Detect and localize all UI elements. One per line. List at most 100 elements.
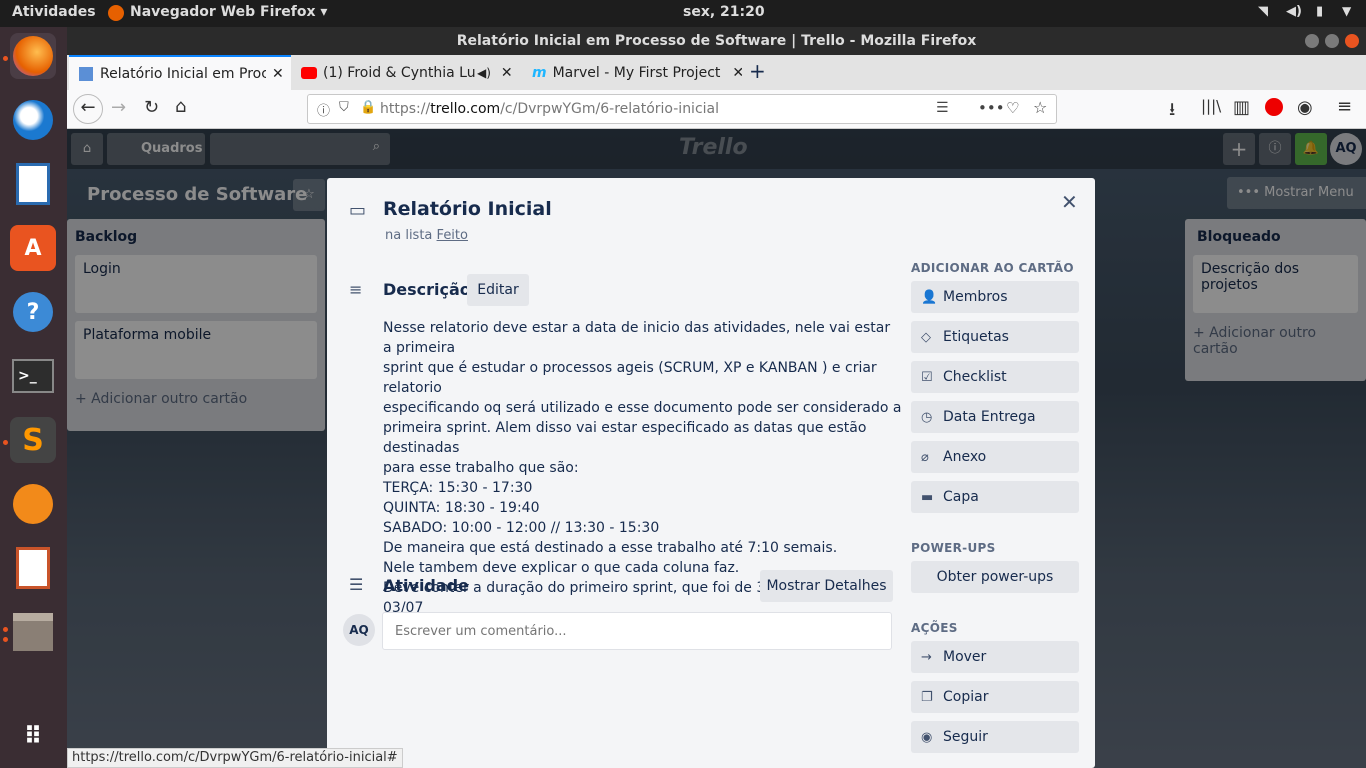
description-icon: ≡ bbox=[349, 280, 363, 299]
system-menu-icon[interactable]: ▼ bbox=[1342, 4, 1351, 18]
youtube-favicon-icon bbox=[301, 66, 317, 79]
tracking-shield-icon[interactable]: ⛉ bbox=[339, 100, 349, 115]
maximize-icon[interactable] bbox=[1325, 34, 1339, 48]
sidebar-icon[interactable]: ▥ bbox=[1233, 97, 1250, 118]
app-menu[interactable]: Navegador Web Firefox ▾ bbox=[130, 4, 327, 20]
url-bar[interactable]: ⓘ ⛉ 🔒 https://trello.com/c/DvrpwYGm/6-re… bbox=[307, 94, 1057, 124]
list-link[interactable]: Feito bbox=[437, 228, 468, 243]
add-to-card-heading: ADICIONAR AO CARTÃO bbox=[911, 261, 1074, 275]
firefox-small-icon bbox=[108, 5, 124, 21]
clock[interactable]: sex, 21:20 bbox=[683, 4, 765, 20]
software-center-icon[interactable]: A bbox=[10, 225, 56, 271]
library-icon[interactable]: |||\ bbox=[1201, 97, 1221, 115]
files-icon[interactable] bbox=[10, 609, 56, 655]
help-icon[interactable]: ? bbox=[10, 289, 56, 335]
downloads-icon[interactable]: ⭳ bbox=[1169, 97, 1175, 127]
button-label: Checklist bbox=[943, 369, 1007, 385]
powerups-heading: POWER-UPS bbox=[911, 541, 996, 555]
thunderbird-icon[interactable] bbox=[10, 97, 56, 143]
back-icon[interactable]: ← bbox=[73, 94, 103, 124]
battery-icon[interactable]: ▮ bbox=[1316, 4, 1323, 19]
dock: A ? >_ S ⠿ bbox=[0, 27, 67, 768]
checklist-icon: ☑ bbox=[921, 369, 933, 385]
tab-trello[interactable]: Relatório Inicial em Proc ✕ bbox=[69, 55, 291, 90]
list-reference: na lista Feito bbox=[385, 228, 468, 243]
tab-label: (1) Froid & Cynthia Luz bbox=[323, 64, 475, 81]
members-button[interactable]: 👤 Membros bbox=[911, 281, 1079, 313]
activity-heading: Atividade bbox=[383, 576, 469, 595]
button-label: Capa bbox=[943, 489, 979, 505]
paperclip-icon: ⌀ bbox=[921, 449, 929, 465]
lock-icon[interactable]: 🔒 bbox=[360, 100, 376, 115]
description-line: TERÇA: 15:30 - 17:30 bbox=[383, 480, 533, 496]
card-title[interactable]: Relatório Inicial bbox=[383, 198, 552, 220]
description-line: De maneira que está destinado a esse tra… bbox=[383, 540, 838, 556]
libreoffice-writer-icon[interactable] bbox=[10, 161, 56, 207]
clock-icon: ◷ bbox=[921, 409, 933, 425]
running-indicator bbox=[3, 56, 8, 61]
comment-input[interactable] bbox=[382, 612, 892, 650]
reader-view-icon[interactable]: ☰ bbox=[936, 100, 949, 116]
tab-bar: Relatório Inicial em Proc ✕ (1) Froid & … bbox=[67, 55, 1366, 90]
close-tab-icon[interactable]: ✕ bbox=[272, 66, 284, 82]
close-icon[interactable]: ✕ bbox=[1061, 190, 1078, 214]
tab-label: Relatório Inicial em Proc bbox=[100, 65, 266, 82]
link-status-bar: https://trello.com/c/DvrpwYGm/6-relatóri… bbox=[67, 748, 403, 768]
window-title: Relatório Inicial em Processo de Softwar… bbox=[456, 33, 977, 49]
page-actions-icon[interactable]: ••• bbox=[978, 99, 1005, 117]
close-tab-icon[interactable]: ✕ bbox=[732, 65, 742, 81]
in-list-prefix: na lista bbox=[385, 228, 433, 243]
description-line: para esse trabalho que são: bbox=[383, 460, 579, 476]
window-titlebar: Relatório Inicial em Processo de Softwar… bbox=[67, 27, 1366, 55]
checklist-button[interactable]: ☑ Checklist bbox=[911, 361, 1079, 393]
show-details-button[interactable]: Mostrar Detalhes bbox=[760, 570, 893, 602]
button-label: Data Entrega bbox=[943, 409, 1036, 425]
close-tab-icon[interactable]: ✕ bbox=[501, 65, 513, 81]
navigation-toolbar: ← → ↻ ⌂ ⓘ ⛉ 🔒 https://trello.com/c/Dvrpw… bbox=[67, 90, 1366, 129]
volume-icon[interactable]: ◀) bbox=[1286, 4, 1302, 19]
reload-icon[interactable]: ↻ bbox=[144, 97, 159, 118]
terminal-icon[interactable]: >_ bbox=[10, 353, 56, 399]
libreoffice-impress-icon[interactable] bbox=[10, 545, 56, 591]
pocket-icon[interactable]: ♡ bbox=[1006, 99, 1019, 117]
follow-button[interactable]: ◉ Seguir bbox=[911, 721, 1079, 753]
activity-icon: ☰ bbox=[349, 575, 364, 594]
due-date-button[interactable]: ◷ Data Entrega bbox=[911, 401, 1079, 433]
running-indicator bbox=[3, 637, 8, 642]
firefox-icon[interactable] bbox=[10, 33, 56, 79]
extension-icon[interactable] bbox=[1265, 98, 1283, 116]
screenshot-icon[interactable] bbox=[10, 481, 56, 527]
tab-youtube[interactable]: (1) Froid & Cynthia Luz ◀) ✕ bbox=[293, 55, 518, 90]
sublime-text-icon[interactable]: S bbox=[10, 417, 56, 463]
edit-description-button[interactable]: Editar bbox=[467, 274, 529, 306]
hamburger-menu-icon[interactable]: ≡ bbox=[1337, 96, 1352, 117]
labels-button[interactable]: ◇ Etiquetas bbox=[911, 321, 1079, 353]
minimize-icon[interactable] bbox=[1305, 34, 1319, 48]
bookmark-star-icon[interactable]: ☆ bbox=[1033, 98, 1047, 117]
account-icon[interactable]: ◉ bbox=[1297, 97, 1313, 118]
copy-button[interactable]: ❐ Copiar bbox=[911, 681, 1079, 713]
comment-avatar[interactable]: AQ bbox=[343, 614, 375, 646]
activities-button[interactable]: Atividades bbox=[12, 4, 96, 20]
attachment-button[interactable]: ⌀ Anexo bbox=[911, 441, 1079, 473]
actions-heading: AÇÕES bbox=[911, 621, 958, 635]
card-modal: ▭ Relatório Inicial na lista Feito ✕ ≡ D… bbox=[327, 178, 1095, 768]
wifi-icon[interactable]: ◥ bbox=[1258, 4, 1268, 19]
show-applications-icon[interactable]: ⠿ bbox=[10, 713, 56, 759]
url-text[interactable]: https://trello.com/c/DvrpwYGm/6-relatóri… bbox=[380, 101, 719, 117]
move-button[interactable]: → Mover bbox=[911, 641, 1079, 673]
cover-button[interactable]: ▬ Capa bbox=[911, 481, 1079, 513]
description-line: Nesse relatorio deve estar a data de ini… bbox=[383, 320, 891, 356]
forward-icon[interactable]: → bbox=[111, 97, 126, 118]
home-icon[interactable]: ⌂ bbox=[175, 96, 186, 117]
tab-marvel[interactable]: m Marvel - My First Project ✕ bbox=[522, 55, 742, 90]
close-window-icon[interactable] bbox=[1345, 34, 1359, 48]
audio-playing-icon[interactable]: ◀) bbox=[477, 66, 491, 80]
description-line: primeira sprint. Alem disso vai estar es… bbox=[383, 420, 867, 456]
description-line: especificando oq será utilizado e esse d… bbox=[383, 400, 902, 416]
new-tab-icon[interactable]: + bbox=[749, 59, 766, 83]
button-label: Copiar bbox=[943, 689, 989, 705]
info-icon[interactable]: ⓘ bbox=[317, 100, 330, 119]
get-powerups-button[interactable]: Obter power-ups bbox=[911, 561, 1079, 593]
trello-favicon-icon bbox=[79, 66, 93, 81]
